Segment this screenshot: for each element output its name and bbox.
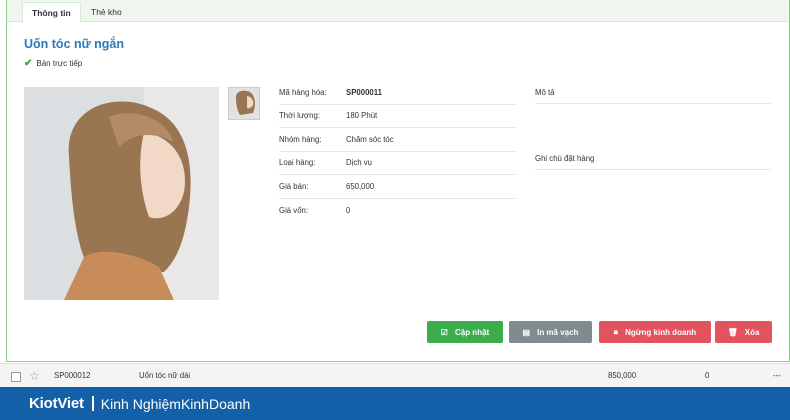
footer-divider bbox=[91, 396, 94, 411]
field-label: Loại hàng: bbox=[279, 158, 316, 168]
field-label: Mã hàng hóa: bbox=[279, 87, 327, 97]
stop-selling-label: Ngừng kinh doanh bbox=[625, 327, 697, 337]
description-space bbox=[535, 104, 771, 147]
delete-button[interactable]: 🗑︎ Xóa bbox=[715, 321, 772, 343]
field-row-group: Nhóm hàng: Chăm sóc tóc bbox=[279, 128, 517, 152]
row-price: 850,000 bbox=[608, 371, 637, 380]
field-row-duration: Thời lượng: 180 Phút bbox=[279, 105, 517, 128]
hair-photo bbox=[24, 87, 219, 300]
footer-banner: KiotViet Kinh NghiệmKinhDoanh bbox=[0, 387, 790, 420]
sale-status: ✔ Bán trực tiếp bbox=[24, 58, 82, 69]
trash-icon: 🗑︎ bbox=[727, 327, 738, 337]
field-value: 650,000 bbox=[346, 181, 375, 191]
footer-slogan: Kinh NghiệmKinhDoanh bbox=[100, 395, 251, 412]
field-row-price: Giá bán: 650,000 bbox=[279, 175, 517, 199]
notes-column: Mô tả Ghi chú đặt hàng bbox=[535, 81, 771, 170]
print-barcode-label: In mã vạch bbox=[537, 327, 579, 337]
field-label: Giá bán: bbox=[279, 181, 309, 191]
tab-info[interactable]: Thông tin bbox=[22, 2, 81, 23]
field-value: 180 Phút bbox=[346, 111, 378, 121]
field-value: Dịch vụ bbox=[346, 158, 372, 168]
check-square-icon: ☑ bbox=[440, 327, 448, 337]
product-detail-panel: Thông tin Thẻ kho Uốn tóc nữ ngắn ✔ Bán t… bbox=[6, 0, 790, 362]
row-checkbox[interactable] bbox=[11, 372, 21, 382]
update-button[interactable]: ☑ Cập nhật bbox=[427, 321, 503, 343]
product-title: Uốn tóc nữ ngắn bbox=[24, 37, 125, 51]
tab-bar: Thông tin Thẻ kho bbox=[7, 0, 789, 23]
description-label: Mô tả bbox=[535, 81, 771, 104]
row-more: --- bbox=[773, 371, 781, 380]
table-row[interactable]: ☆ SP000012 Uốn tóc nữ dài 850,000 0 --- bbox=[0, 363, 790, 387]
order-note-label: Ghi chú đặt hàng bbox=[535, 147, 771, 170]
field-value: Chăm sóc tóc bbox=[346, 134, 394, 144]
field-label: Giá vốn: bbox=[279, 205, 309, 215]
product-main-image bbox=[24, 87, 219, 300]
field-value: 0 bbox=[346, 205, 351, 215]
field-row-cost: Giá vốn: 0 bbox=[279, 199, 517, 223]
thumbnail-photo bbox=[229, 88, 259, 119]
row-name: Uốn tóc nữ dài bbox=[139, 371, 191, 380]
barcode-icon: ▤ bbox=[522, 327, 531, 337]
field-label: Nhóm hàng: bbox=[279, 134, 322, 144]
field-value: SP000011 bbox=[346, 87, 382, 97]
lock-icon: 🔒︎ bbox=[613, 327, 619, 336]
row-stock: 0 bbox=[705, 371, 710, 380]
star-icon[interactable]: ☆ bbox=[29, 364, 40, 388]
stop-selling-button[interactable]: 🔒︎ Ngừng kinh doanh bbox=[599, 321, 711, 343]
product-thumbnail[interactable] bbox=[228, 87, 260, 120]
delete-button-label: Xóa bbox=[744, 327, 760, 337]
update-button-label: Cập nhật bbox=[454, 327, 490, 337]
field-row-type: Loại hàng: Dịch vụ bbox=[279, 152, 517, 175]
sale-status-label: Bán trực tiếp bbox=[36, 59, 83, 68]
product-fields: Mã hàng hóa: SP000011 Thời lượng: 180 Ph… bbox=[279, 81, 517, 222]
row-code: SP000012 bbox=[54, 371, 91, 380]
tab-stock-card[interactable]: Thẻ kho bbox=[82, 2, 131, 23]
brand-logo: KiotViet bbox=[29, 395, 84, 412]
field-label: Thời lượng: bbox=[279, 111, 321, 121]
checkmark-icon: ✔ bbox=[24, 58, 33, 69]
print-barcode-button[interactable]: ▤ In mã vạch bbox=[509, 321, 592, 343]
field-row-code: Mã hàng hóa: SP000011 bbox=[279, 81, 517, 105]
